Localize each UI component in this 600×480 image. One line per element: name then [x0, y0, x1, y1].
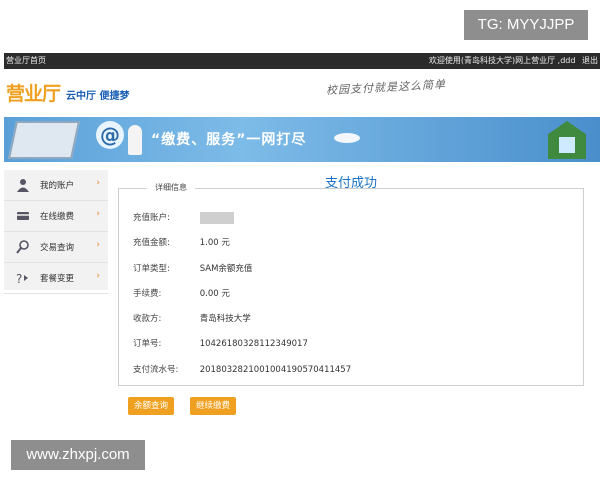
sidebar-item-online-payment[interactable]: 在线缴费 ›: [4, 201, 108, 232]
field-label: 充值账户:: [133, 213, 170, 223]
chevron-right-icon: ›: [96, 271, 100, 281]
sidebar-item-label: 交易查询: [40, 243, 75, 253]
logo[interactable]: 营业厅: [6, 79, 61, 106]
field-label: 充值金额:: [133, 238, 170, 248]
user-icon: [16, 178, 30, 192]
field-value: 10426180328112349017: [199, 339, 308, 349]
user-bar: 欢迎使用(青岛科技大学)网上营业厅 ,ddd 退出: [425, 53, 598, 69]
home-link[interactable]: 营业厅首页: [6, 53, 46, 69]
header: 营业厅 云中厅 便捷梦 校园支付就是这么简单: [4, 69, 600, 117]
sidebar-item-plan-change[interactable]: ? 套餐变更 ›: [4, 263, 108, 294]
main-panel: 支付成功 详细信息 充值账户: 充值金额: 1.00 元 订单类型: SAM余额…: [108, 170, 600, 428]
field-value: 2018032821001004190570411457: [199, 365, 352, 375]
slogan: 校园支付就是这么简单: [325, 77, 447, 98]
chevron-right-icon: ›: [96, 209, 100, 219]
field-row-payee: 收款方: 青岛科技大学: [133, 312, 251, 324]
sidebar-item-label: 在线缴费: [40, 212, 75, 222]
sidebar: 我的账户 › 在线缴费 › 交易查询 › ? 套餐变更 ›: [4, 170, 108, 294]
field-value: SAM余额充值: [199, 264, 253, 274]
logo-subtitle: 云中厅 便捷梦: [66, 91, 130, 102]
svg-text:?: ?: [16, 272, 22, 285]
laptop-icon: [7, 121, 81, 159]
balance-query-button[interactable]: 余额查询: [128, 397, 174, 415]
sidebar-item-my-account[interactable]: 我的账户 ›: [4, 170, 108, 201]
field-row-serial-number: 支付流水号: 2018032821001004190570411457: [133, 363, 351, 375]
welcome-text: 欢迎使用(青岛科技大学)网上营业厅 ,ddd: [428, 56, 576, 65]
field-value: 0.00 元: [199, 289, 230, 299]
field-label: 支付流水号:: [133, 365, 179, 375]
field-label: 订单类型:: [133, 264, 170, 274]
field-row-order-type: 订单类型: SAM余额充值: [133, 262, 252, 274]
watermark-top: TG: MYYJJPP: [464, 10, 588, 40]
chevron-right-icon: ›: [96, 240, 100, 250]
field-row-fee: 手续费: 0.00 元: [133, 287, 230, 299]
at-icon: @: [96, 121, 124, 149]
payment-icon: [16, 209, 30, 223]
sidebar-item-label: 套餐变更: [40, 274, 75, 284]
details-legend: 详细信息: [147, 182, 195, 193]
masked-value: [199, 211, 234, 224]
field-row-amount: 充值金额: 1.00 元: [133, 236, 230, 248]
continue-payment-button[interactable]: 继续缴费: [190, 397, 236, 415]
field-row-account: 充值账户:: [133, 211, 234, 224]
mouse-icon: [334, 133, 360, 143]
sidebar-item-label: 我的账户: [40, 181, 75, 191]
sidebar-item-transaction-query[interactable]: 交易查询 ›: [4, 232, 108, 263]
banner-text: “缴费、服务”一网打尽: [151, 132, 307, 148]
logout-link[interactable]: 退出: [582, 56, 598, 65]
field-row-order-number: 订单号: 10426180328112349017: [133, 337, 308, 349]
field-label: 手续费:: [133, 289, 162, 299]
field-label: 收款方:: [133, 314, 162, 324]
field-value: 1.00 元: [199, 238, 230, 248]
change-icon: ?: [16, 271, 30, 286]
person-figure-icon: [128, 125, 142, 155]
top-bar: 营业厅首页 欢迎使用(青岛科技大学)网上营业厅 ,ddd 退出: [4, 53, 600, 69]
watermark-bottom: www.zhxpj.com: [11, 440, 145, 470]
search-icon: [16, 240, 30, 254]
house-window-icon: [559, 137, 575, 153]
field-label: 订单号:: [133, 339, 162, 349]
banner: @ “缴费、服务”一网打尽: [4, 117, 600, 162]
details-fieldset: 详细信息 充值账户: 充值金额: 1.00 元 订单类型: SAM余额充值 手续…: [118, 182, 584, 386]
chevron-right-icon: ›: [96, 178, 100, 188]
field-value: 青岛科技大学: [199, 314, 251, 324]
